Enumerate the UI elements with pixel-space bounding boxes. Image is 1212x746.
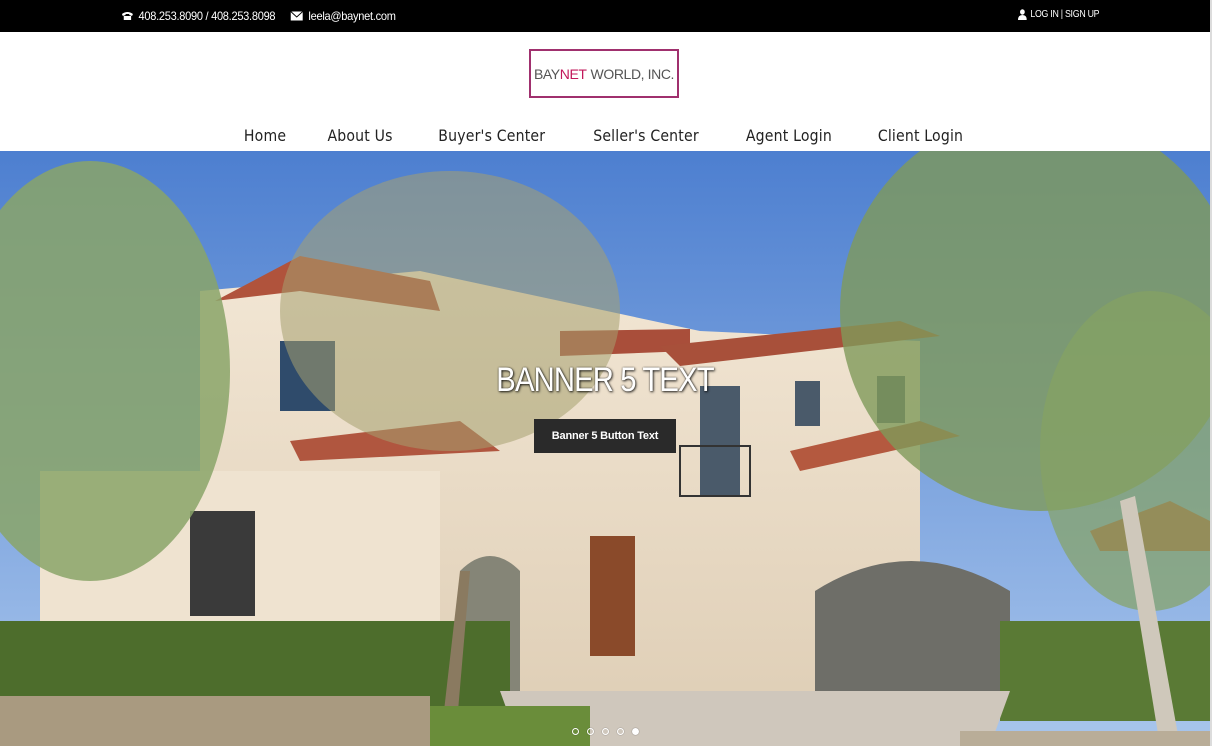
slider-dot-3[interactable] — [602, 728, 609, 735]
main-nav: Home About Us Buyer's Center Seller's Ce… — [0, 120, 1210, 150]
auth-links[interactable]: LOG IN | SIGN UP — [1018, 0, 1100, 28]
slider-dot-1[interactable] — [572, 728, 579, 735]
top-bar: 408.253.8090 / 408.253.8098 leela@baynet… — [0, 0, 1210, 32]
email-link[interactable]: leela@baynet.com — [308, 9, 395, 23]
contact-info: 408.253.8090 / 408.253.8098 leela@baynet… — [121, 0, 396, 32]
phone-icon — [121, 12, 133, 20]
nav-home[interactable]: Home — [244, 126, 286, 145]
login-signup-link[interactable]: LOG IN | SIGN UP — [1030, 9, 1099, 20]
slider-dot-4[interactable] — [617, 728, 624, 735]
logo-bay: BAY — [533, 65, 560, 82]
site-logo[interactable]: BAY NET WORLD, INC. — [529, 49, 679, 98]
slider-dot-2[interactable] — [587, 728, 594, 735]
slider-dot-5[interactable] — [632, 728, 639, 735]
hero-cta-button[interactable]: Banner 5 Button Text — [534, 419, 676, 453]
header: BAY NET WORLD, INC. Home About Us Buyer's … — [0, 32, 1210, 151]
nav-buyers-center[interactable]: Buyer's Center — [438, 126, 545, 145]
nav-client-login[interactable]: Client Login — [878, 126, 963, 145]
nav-about-us[interactable]: About Us — [327, 126, 392, 145]
logo-world: WORLD, INC. — [590, 65, 675, 82]
mail-icon — [290, 11, 303, 21]
hero-banner: BANNER 5 TEXT Banner 5 Button Text — [0, 151, 1210, 746]
nav-sellers-center[interactable]: Seller's Center — [594, 126, 700, 145]
hero-title: BANNER 5 TEXT — [496, 361, 714, 399]
nav-agent-login[interactable]: Agent Login — [746, 126, 832, 145]
user-icon — [1018, 8, 1027, 20]
phone-number[interactable]: 408.253.8090 / 408.253.8098 — [138, 9, 275, 23]
logo-net: NET — [559, 65, 587, 82]
slider-dots — [572, 728, 639, 735]
